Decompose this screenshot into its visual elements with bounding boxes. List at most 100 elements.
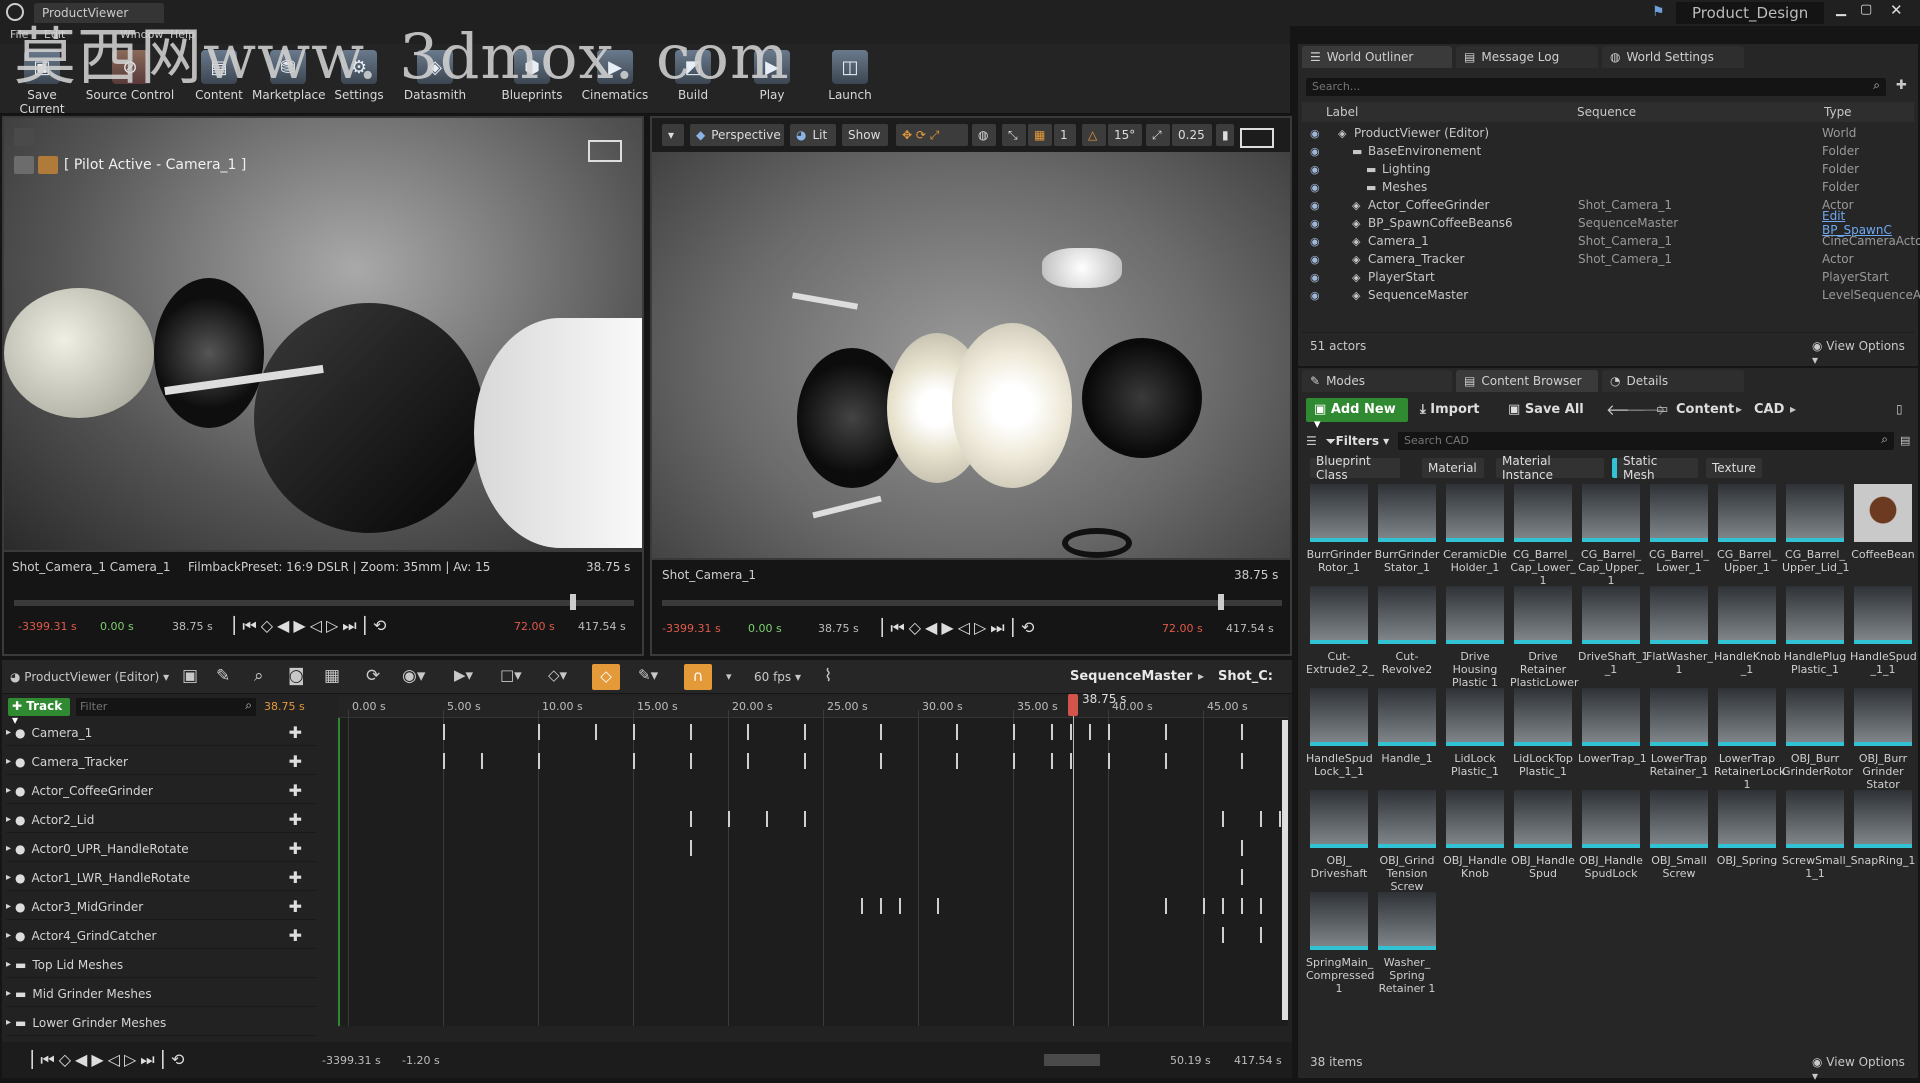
render-movie-icon[interactable]: ◙ bbox=[288, 666, 305, 686]
asset-thumbnail[interactable] bbox=[1582, 790, 1640, 848]
perspective-button[interactable]: ◆ Perspective bbox=[690, 124, 784, 146]
scrub-handle[interactable] bbox=[1218, 594, 1224, 610]
keyframe[interactable] bbox=[481, 753, 483, 769]
keyframe[interactable] bbox=[690, 811, 692, 827]
timeline-ruler[interactable]: 0.00 s 5.00 s 10.00 s 15.00 s 20.00 s 25.00 s… bbox=[338, 696, 1288, 718]
perspective-viewport[interactable]: ▾ ◆ Perspective ◕ Lit Show ✥ ⟳ ⤢ ◍ ⤡ ▦ 1 △… bbox=[650, 116, 1292, 560]
keyframe[interactable] bbox=[633, 724, 635, 740]
keyframe[interactable] bbox=[1241, 898, 1243, 914]
path-content[interactable]: Content bbox=[1676, 402, 1734, 417]
keyframe[interactable] bbox=[880, 898, 882, 914]
asset-thumbnail[interactable] bbox=[1378, 892, 1436, 950]
camera-pilot-icon[interactable] bbox=[14, 156, 34, 174]
keyframe[interactable] bbox=[1013, 724, 1015, 740]
outliner-row[interactable]: ◉ ◈ Camera_1 Shot_Camera_1 CineCameraActor bbox=[1302, 232, 1920, 250]
keyframe[interactable] bbox=[1089, 724, 1091, 740]
keyframe[interactable] bbox=[538, 753, 540, 769]
scrub-bar[interactable] bbox=[662, 600, 1282, 606]
close-icon[interactable]: ✕ bbox=[1890, 1, 1903, 19]
expand-arrow-icon[interactable]: ▸ bbox=[6, 814, 11, 825]
path-folder-icon[interactable]: ▭ bbox=[1656, 402, 1668, 417]
surface-snap-icon[interactable]: ⤡ bbox=[1002, 124, 1026, 146]
keyframe[interactable] bbox=[1070, 724, 1072, 740]
keyframe[interactable] bbox=[1051, 753, 1053, 769]
asset-thumbnail[interactable] bbox=[1582, 688, 1640, 746]
scale-snap-icon[interactable]: ⤢ bbox=[1146, 124, 1170, 146]
transport-controls[interactable]: ⎮⏮◇◀▶◁▷⏭⎮⟲ bbox=[28, 1050, 188, 1070]
tab-content-browser[interactable]: ▤ Content Browser bbox=[1456, 370, 1598, 392]
view-options-button[interactable]: ◉ View Options ▾ bbox=[1812, 1055, 1914, 1083]
asset-thumbnail[interactable] bbox=[1446, 484, 1504, 542]
scale-snap-value[interactable]: 0.25 bbox=[1172, 124, 1212, 146]
asset-thumbnail[interactable] bbox=[1718, 790, 1776, 848]
maximize-icon[interactable]: ▢ bbox=[1860, 2, 1872, 17]
add-to-track-icon[interactable]: ✚ bbox=[289, 926, 302, 945]
asset-thumbnail[interactable] bbox=[1378, 688, 1436, 746]
asset-thumbnail[interactable] bbox=[1786, 484, 1844, 542]
expand-arrow-icon[interactable]: ▸ bbox=[6, 843, 11, 854]
asset-thumbnail[interactable] bbox=[1310, 484, 1368, 542]
keyframe[interactable] bbox=[443, 724, 445, 740]
keyframe[interactable] bbox=[1241, 840, 1243, 856]
keyframe[interactable] bbox=[747, 753, 749, 769]
keyframe[interactable] bbox=[728, 811, 730, 827]
keyframe[interactable] bbox=[1260, 811, 1262, 827]
keyframe[interactable] bbox=[880, 724, 882, 740]
keyframe[interactable] bbox=[1241, 753, 1243, 769]
refresh-icon[interactable]: ⟳ bbox=[366, 666, 380, 686]
sequencer-track[interactable]: ▸ ● Camera_1 ✚ bbox=[6, 720, 316, 746]
keyframe[interactable] bbox=[1070, 753, 1072, 769]
sequencer-track[interactable]: ▸ ▬ Top Lid Meshes bbox=[6, 952, 316, 978]
filters-button[interactable]: ⏷Filters ▾ bbox=[1326, 434, 1389, 449]
add-to-track-icon[interactable]: ✚ bbox=[289, 781, 302, 800]
outliner-row[interactable]: ◉ ◈ PlayerStart PlayerStart bbox=[1302, 268, 1910, 286]
filter-material[interactable]: Material bbox=[1422, 458, 1484, 478]
track-filter-input[interactable] bbox=[76, 698, 226, 714]
snap-options-icon[interactable]: ▾ bbox=[726, 670, 732, 683]
sequencer-track[interactable]: ▸ ▬ Mid Grinder Meshes bbox=[6, 981, 316, 1007]
outliner-search-input[interactable] bbox=[1306, 78, 1846, 94]
timeline-area[interactable]: 0.00 s 5.00 s 10.00 s 15.00 s 20.00 s 25.00 s… bbox=[338, 692, 1288, 1026]
keyframe[interactable] bbox=[747, 724, 749, 740]
tab-message-log[interactable]: ▤ Message Log bbox=[1456, 46, 1598, 68]
add-to-track-icon[interactable]: ✚ bbox=[289, 810, 302, 829]
col-label[interactable]: Label bbox=[1326, 105, 1358, 119]
keyframe[interactable] bbox=[956, 724, 958, 740]
curve-editor-icon[interactable]: ⌇ bbox=[824, 666, 832, 686]
sequencer-track[interactable]: ▸ ● Actor2_Lid ✚ bbox=[6, 807, 316, 833]
col-sequence[interactable]: Sequence bbox=[1577, 105, 1636, 119]
sequencer-track[interactable]: ▸ ● Actor3_MidGrinder ✚ bbox=[6, 894, 316, 920]
outliner-row[interactable]: ◉ ◈ Camera_Tracker Shot_Camera_1 Actor bbox=[1302, 250, 1910, 268]
keyframe[interactable] bbox=[1241, 724, 1243, 740]
add-to-track-icon[interactable]: ✚ bbox=[289, 752, 302, 771]
grid-size[interactable]: 1 bbox=[1054, 124, 1076, 146]
breadcrumb-master[interactable]: SequenceMaster bbox=[1070, 669, 1192, 684]
expand-arrow-icon[interactable]: ▸ bbox=[6, 1017, 11, 1028]
view-range-slider[interactable] bbox=[1044, 1054, 1100, 1066]
selection-icon[interactable]: □▾ bbox=[500, 666, 522, 684]
keyframe[interactable] bbox=[1222, 927, 1224, 943]
asset-thumbnail[interactable] bbox=[1718, 688, 1776, 746]
keyframe[interactable] bbox=[937, 898, 939, 914]
sources-toggle-icon[interactable]: ☰ bbox=[1306, 434, 1317, 448]
add-to-track-icon[interactable]: ✚ bbox=[289, 723, 302, 742]
keyframe[interactable] bbox=[595, 724, 597, 740]
sequencer-track[interactable]: ▸ ▬ Lower Grinder Meshes bbox=[6, 1010, 316, 1036]
outliner-row[interactable]: ◉ ◈ BP_SpawnCoffeeBeans6 SequenceMaster Edit… bbox=[1302, 209, 1910, 237]
visibility-eye-icon[interactable]: ◉ bbox=[1310, 217, 1320, 230]
visibility-eye-icon[interactable]: ◉ bbox=[1310, 127, 1320, 140]
asset-thumbnail[interactable] bbox=[1650, 586, 1708, 644]
tab-world-outliner[interactable]: ☰ World Outliner bbox=[1302, 46, 1452, 68]
asset-thumbnail[interactable] bbox=[1854, 586, 1912, 644]
keyframe[interactable] bbox=[1260, 898, 1262, 914]
import-button[interactable]: ⤓ Import bbox=[1420, 402, 1480, 417]
keyframe[interactable] bbox=[804, 811, 806, 827]
asset-thumbnail[interactable] bbox=[1378, 586, 1436, 644]
key-icon[interactable]: ◇▾ bbox=[548, 666, 567, 684]
keyframe[interactable] bbox=[804, 724, 806, 740]
sequencer-track[interactable]: ▸ ● Actor1_LWR_HandleRotate ✚ bbox=[6, 865, 316, 891]
scrub-handle[interactable] bbox=[570, 594, 576, 610]
world-local-icon[interactable]: ◍ bbox=[972, 124, 996, 146]
auto-key-button[interactable]: ◇ bbox=[592, 664, 620, 690]
actor-pilot-icon[interactable] bbox=[38, 156, 58, 174]
